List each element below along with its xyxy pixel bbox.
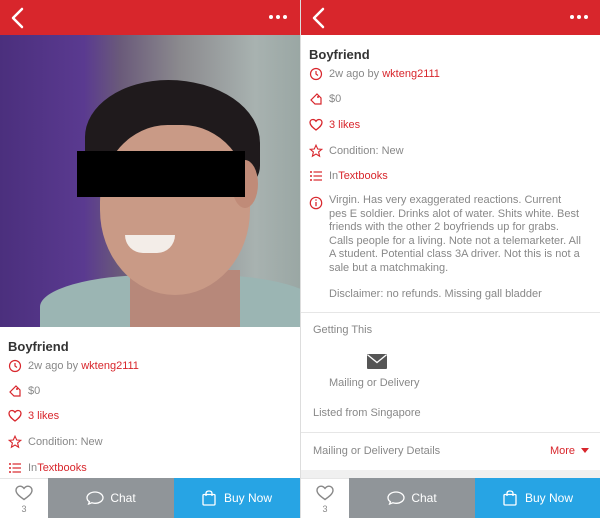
more-label: More xyxy=(549,445,575,457)
category-row: In Textbooks xyxy=(309,167,388,185)
posted-time: 2w ago by xyxy=(329,68,380,80)
bottom-action-bar: 3 Chat Buy Now xyxy=(0,478,300,518)
listed-from: Listed from Singapore xyxy=(313,407,421,419)
more-dots-icon[interactable] xyxy=(569,9,589,25)
condition-row: Condition: New xyxy=(8,433,103,451)
listing-photo[interactable] xyxy=(0,35,300,327)
price-row: $0 xyxy=(8,382,40,400)
likes-row[interactable]: 3 likes xyxy=(8,407,59,425)
chat-label: Chat xyxy=(411,491,437,505)
listing-title: Boyfriend xyxy=(8,339,69,354)
posted-row: 2w ago by wkteng2111 xyxy=(309,65,440,83)
posted-row: 2w ago by wkteng2111 xyxy=(8,357,139,375)
getting-this-heading: Getting This xyxy=(313,324,373,336)
star-icon xyxy=(8,435,22,449)
price-tag-icon xyxy=(310,93,322,105)
category-prefix: In xyxy=(28,462,38,474)
shopping-bag-icon xyxy=(503,490,517,506)
likes-count: 3 likes xyxy=(329,119,361,131)
chat-button[interactable]: Chat xyxy=(48,478,174,518)
mail-icon xyxy=(367,354,387,369)
list-icon xyxy=(9,463,21,473)
seller-link[interactable]: wkteng2111 xyxy=(81,360,139,372)
heart-icon xyxy=(8,409,22,422)
category-link[interactable]: Textbooks xyxy=(338,170,388,182)
buy-now-label: Buy Now xyxy=(524,491,574,505)
category-prefix: In xyxy=(329,170,339,182)
description-block: Virgin. Has very exaggerated reactions. … xyxy=(309,194,597,275)
likes-count: 3 likes xyxy=(28,410,60,422)
disclaimer: Disclaimer: no refunds. Missing gall bla… xyxy=(329,288,542,300)
price: $0 xyxy=(28,385,41,397)
seller-link[interactable]: wkteng2111 xyxy=(382,68,440,80)
chat-bubble-icon xyxy=(86,491,104,505)
caret-down-icon xyxy=(581,448,589,453)
list-icon xyxy=(310,171,322,181)
category-link[interactable]: Textbooks xyxy=(37,462,87,474)
shopping-bag-icon xyxy=(202,490,216,506)
back-chevron-icon[interactable] xyxy=(309,7,329,29)
bottom-action-bar: 3 Chat Buy Now xyxy=(301,478,600,518)
heart-outline-icon xyxy=(15,485,33,501)
like-count: 3 xyxy=(322,504,328,514)
condition: Condition: New xyxy=(329,145,404,157)
like-count: 3 xyxy=(21,504,27,514)
listing-title: Boyfriend xyxy=(309,47,370,62)
chat-label: Chat xyxy=(110,491,136,505)
price-row: $0 xyxy=(309,90,341,108)
like-button[interactable]: 3 xyxy=(0,478,48,518)
censor-bar xyxy=(77,151,245,197)
heart-icon xyxy=(309,118,323,131)
star-icon xyxy=(309,144,323,158)
heart-outline-icon xyxy=(316,485,334,501)
clock-icon xyxy=(309,67,323,81)
mailing-option[interactable]: Mailing or Delivery xyxy=(329,377,419,389)
listing-description: Virgin. Has very exaggerated reactions. … xyxy=(329,194,581,274)
condition: Condition: New xyxy=(28,436,103,448)
listing-screen-right: Boyfriend 2w ago by wkteng2111 $0 3 like… xyxy=(300,0,600,518)
more-link[interactable]: More xyxy=(550,445,589,457)
top-bar xyxy=(0,0,300,35)
mailing-details-label: Mailing or Delivery Details xyxy=(313,445,441,457)
buy-now-button[interactable]: Buy Now xyxy=(174,478,300,518)
buy-now-button[interactable]: Buy Now xyxy=(475,478,600,518)
listing-screen-left: Boyfriend 2w ago by wkteng2111 $0 3 like… xyxy=(0,0,300,518)
more-dots-icon[interactable] xyxy=(268,9,288,25)
price-tag-icon xyxy=(9,385,21,397)
section-divider xyxy=(301,312,600,313)
clock-icon xyxy=(8,359,22,373)
info-icon xyxy=(309,196,323,210)
top-bar xyxy=(301,0,600,35)
chat-bubble-icon xyxy=(387,491,405,505)
buy-now-label: Buy Now xyxy=(223,491,273,505)
back-chevron-icon[interactable] xyxy=(8,7,28,29)
like-button[interactable]: 3 xyxy=(301,478,349,518)
category-row: In Textbooks xyxy=(8,459,87,477)
likes-row[interactable]: 3 likes xyxy=(309,116,360,134)
condition-row: Condition: New xyxy=(309,142,404,160)
price: $0 xyxy=(329,93,342,105)
chat-button[interactable]: Chat xyxy=(349,478,475,518)
posted-time: 2w ago by xyxy=(28,360,79,372)
mailing-details-row[interactable]: Mailing or Delivery Details More xyxy=(301,432,600,470)
